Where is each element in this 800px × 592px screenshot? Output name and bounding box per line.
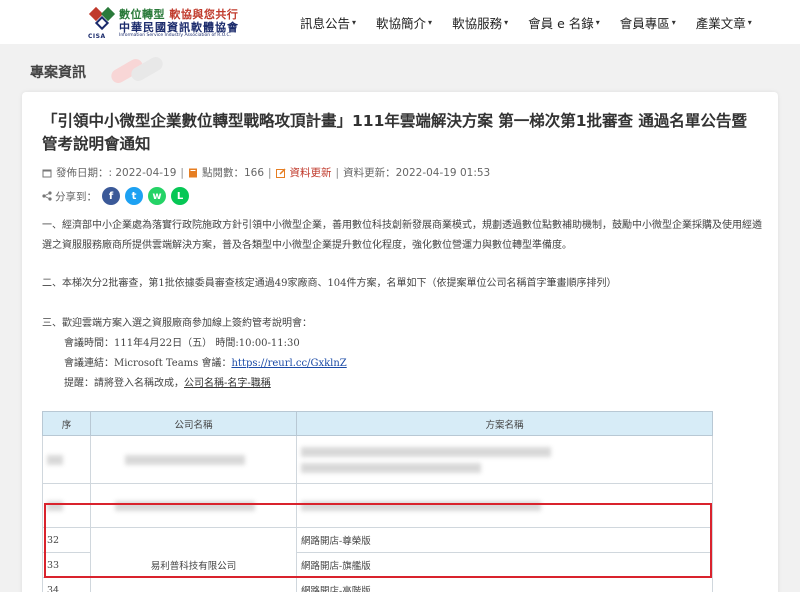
page-title: 專案資訊 xyxy=(30,65,86,81)
page-title-bar: 專案資訊 xyxy=(0,44,800,94)
paragraph-1: 一、經濟部中小企業處為落實行政院施政方針引領中小微型企業，善用數位科技創新發展商… xyxy=(42,220,762,251)
share-bar: 分享到： f t w L xyxy=(42,187,189,205)
table-header-company: 公司名稱 xyxy=(90,411,297,436)
meeting-link-label: 會議連結：Microsoft Teams 會議： xyxy=(64,358,232,369)
meeting-time: 會議時間：111年4月22日（五） 時間:10:00-11:30 xyxy=(64,338,300,349)
nav-item-label: 會員 e 名錄 xyxy=(528,15,594,31)
nav-item-services[interactable]: 軟協服務 ▾ xyxy=(452,13,508,32)
edit-icon xyxy=(275,167,286,178)
twitter-share-button[interactable]: t xyxy=(125,187,143,205)
meta-separator: | xyxy=(180,166,184,179)
nav-item-label: 產業文章 xyxy=(695,15,746,31)
nav-item-label: 軟協服務 xyxy=(452,15,503,31)
solution-name: 網路開店-高階版 xyxy=(296,577,713,592)
company-name: 易利普科技有限公司 xyxy=(90,527,297,592)
reminder-value: 公司名稱-名字-職稱 xyxy=(184,378,271,389)
blurred-cell xyxy=(296,435,713,484)
reminder-row: 提醒：請將登入名稱改成，公司名稱-名字-職稱 xyxy=(64,374,271,389)
book-icon xyxy=(188,168,197,177)
solution-name: 網路開店-尊榮版 xyxy=(296,527,713,553)
cisa-logo-icon xyxy=(88,6,116,31)
whatsapp-icon: w xyxy=(152,190,162,202)
row-number: 33 xyxy=(42,552,91,578)
row-number: 34 xyxy=(42,577,91,592)
table-header-solution: 方案名稱 xyxy=(296,411,713,436)
main-nav: 訊息公告 ▾ 軟協簡介 ▾ 軟協服務 ▾ 會員 e 名錄 ▾ 會員專區 ▾ 產業文章 ▾ xyxy=(300,0,772,44)
calendar-icon xyxy=(42,169,52,177)
chevron-down-icon: ▾ xyxy=(352,17,357,27)
table-header-no: 序 xyxy=(42,411,91,436)
blurred-cell xyxy=(296,483,713,528)
blurred-cell xyxy=(42,483,91,528)
update-link[interactable]: 資料更新 xyxy=(290,165,332,180)
nav-item-label: 軟協簡介 xyxy=(376,15,427,31)
paragraph-3: 三、歡迎雲端方案入選之資服廠商參加線上簽約管考說明會： xyxy=(42,318,312,329)
chevron-down-icon: ▾ xyxy=(595,17,600,27)
site-header: CISA 數位轉型 軟協與您共行 中華民國資訊軟體協會 Information … xyxy=(0,0,800,44)
facebook-share-button[interactable]: f xyxy=(102,187,120,205)
article-title: 「引領中小微型企業數位轉型戰略攻頂計畫」111年雲端解決方案 第一梯次第1批審查… xyxy=(42,112,747,153)
meeting-link-row: 會議連結：Microsoft Teams 會議：https://reurl.cc… xyxy=(64,354,347,369)
meta-separator: | xyxy=(268,166,272,179)
chevron-down-icon: ▾ xyxy=(428,17,433,27)
table-header-row: 序 公司名稱 方案名稱 xyxy=(42,411,713,436)
article-meta: 發佈日期：: 2022-04-19 | 點閱數：166 | 資料更新 | 資料更… xyxy=(42,165,490,180)
site-logo[interactable]: CISA 數位轉型 軟協與您共行 中華民國資訊軟體協會 Information … xyxy=(88,6,248,40)
table-row: 32 易利普科技有限公司 網路開店-尊榮版 xyxy=(42,527,713,592)
logo-acronym: CISA xyxy=(88,33,106,40)
table-row-blurred xyxy=(42,435,713,484)
nav-item-about[interactable]: 軟協簡介 ▾ xyxy=(376,13,432,32)
blurred-cell xyxy=(42,435,91,484)
table-row-blurred xyxy=(42,483,713,528)
nav-item-articles[interactable]: 產業文章 ▾ xyxy=(696,13,752,32)
solution-name: 網路開店-旗艦版 xyxy=(296,552,713,578)
publish-date: 發佈日期：: 2022-04-19 xyxy=(56,167,177,179)
whatsapp-share-button[interactable]: w xyxy=(148,187,166,205)
share-icon xyxy=(42,191,52,201)
chevron-down-icon: ▾ xyxy=(747,17,752,27)
result-table: 序 公司名稱 方案名稱 32 易利普科技有限公司 網路開店-尊榮版 33 網路開… xyxy=(42,411,713,592)
nav-item-directory[interactable]: 會員 e 名錄 ▾ xyxy=(528,13,600,32)
line-icon: L xyxy=(176,190,184,202)
view-count: 點閱數：166 xyxy=(201,167,264,179)
line-share-button[interactable]: L xyxy=(171,187,189,205)
paragraph-2: 二、本梯次分2批審查，第1批依據委員審查核定通過49家廠商、104件方案，名單如… xyxy=(42,278,617,289)
reminder-label: 提醒：請將登入名稱改成， xyxy=(64,378,184,389)
facebook-icon: f xyxy=(108,190,114,202)
meeting-link[interactable]: https://reurl.cc/GxklnZ xyxy=(231,358,346,369)
capsule-decoration-icon xyxy=(111,57,163,83)
update-date: 資料更新：2022-04-19 01:53 xyxy=(343,167,491,179)
logo-english-name: Information Service Industry Association… xyxy=(119,33,232,38)
nav-item-members[interactable]: 會員專區 ▾ xyxy=(620,13,676,32)
article-card: 「引領中小微型企業數位轉型戰略攻頂計畫」111年雲端解決方案 第一梯次第1批審查… xyxy=(22,92,778,592)
share-label: 分享到： xyxy=(55,190,97,203)
blurred-cell xyxy=(90,483,297,528)
twitter-icon: t xyxy=(131,190,137,202)
chevron-down-icon: ▾ xyxy=(504,17,509,27)
row-number: 32 xyxy=(42,527,91,553)
blurred-cell xyxy=(90,435,297,484)
nav-item-label: 會員專區 xyxy=(619,15,670,31)
nav-item-label: 訊息公告 xyxy=(300,15,351,31)
meta-separator: | xyxy=(335,166,340,179)
chevron-down-icon: ▾ xyxy=(671,17,676,27)
nav-item-news[interactable]: 訊息公告 ▾ xyxy=(300,13,356,32)
